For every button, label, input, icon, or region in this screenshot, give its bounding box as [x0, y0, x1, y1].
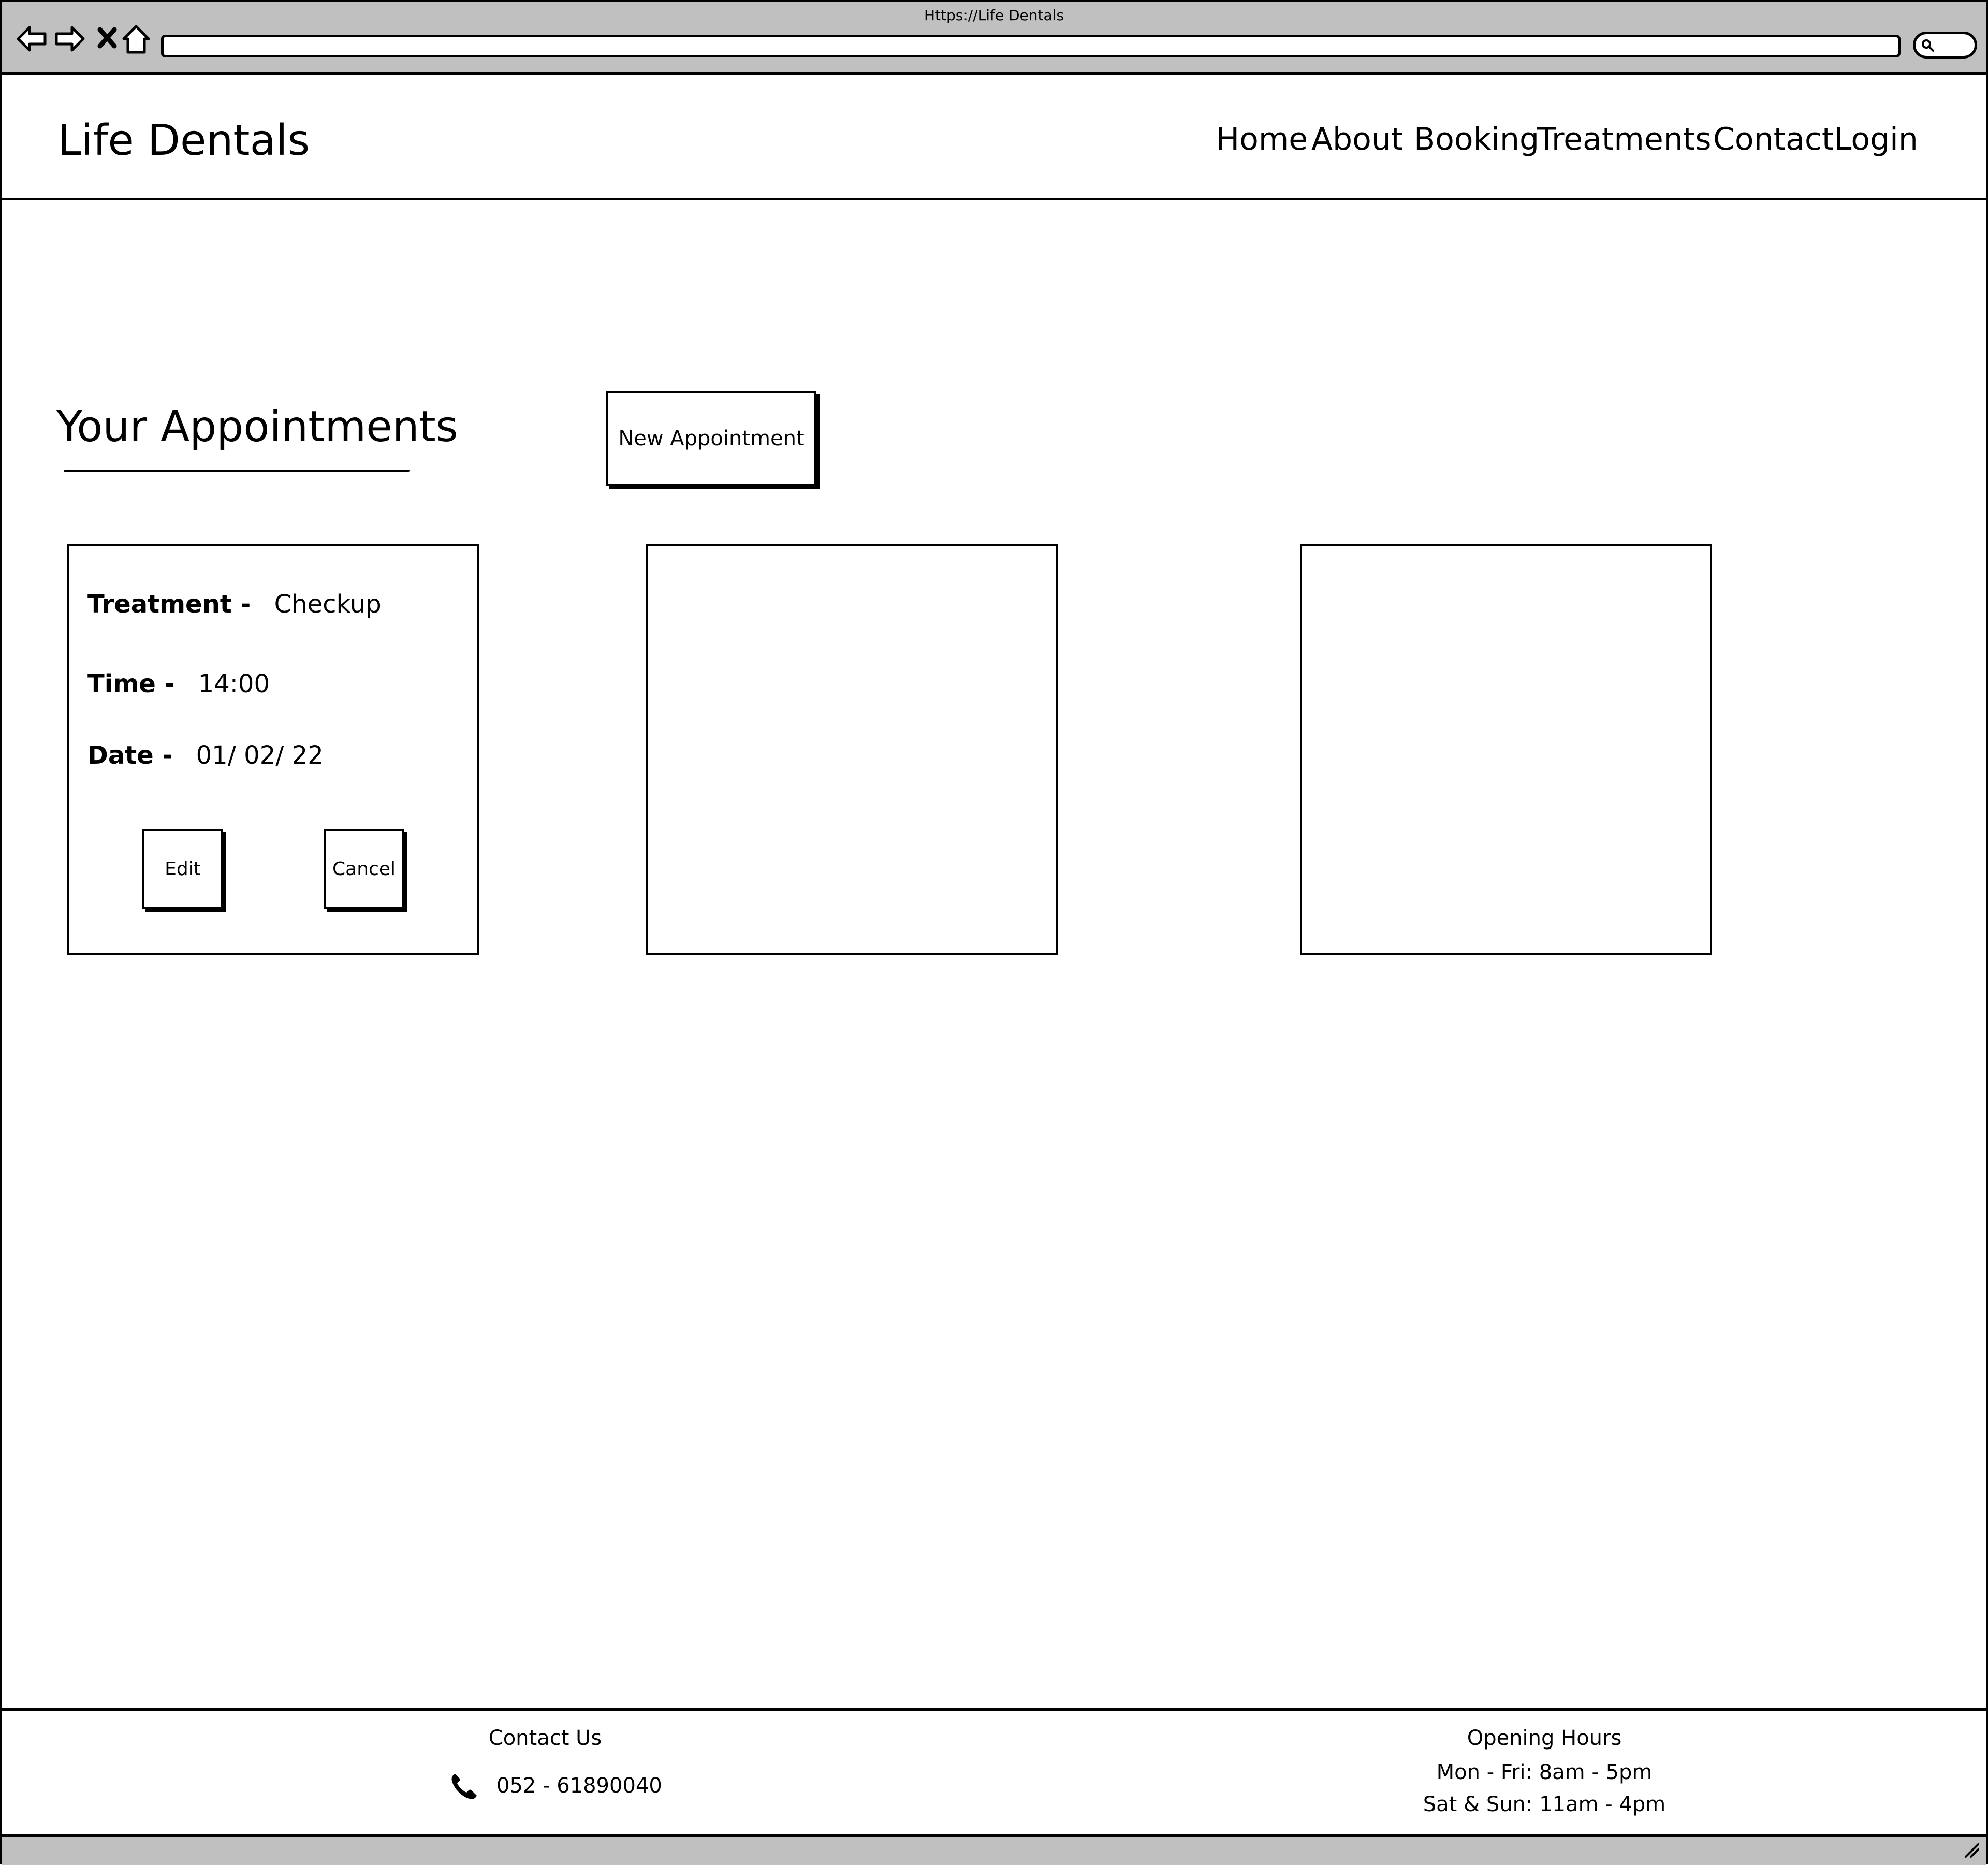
browser-title: Https://Life Dentals [924, 7, 1064, 24]
search-field[interactable] [1913, 32, 1977, 59]
edit-button[interactable]: Edit [142, 829, 223, 909]
address-bar[interactable] [161, 35, 1901, 57]
time-value: 14:00 [198, 669, 270, 698]
nav-login[interactable]: Login [1834, 121, 1918, 157]
contact-phone[interactable]: 052 - 61890040 [496, 1774, 662, 1798]
resize-handle-icon[interactable] [1964, 1842, 1979, 1860]
treatment-value: Checkup [274, 590, 382, 619]
browser-status-bar [2, 1834, 1986, 1865]
site-header: Life Dentals Home About Booking Treatmen… [2, 75, 1986, 200]
forward-arrow-icon[interactable] [53, 22, 86, 55]
nav-contact[interactable]: Contact [1713, 121, 1834, 157]
hours-weekday: Mon - Fri: 8am - 5pm [1436, 1760, 1653, 1784]
title-underline [64, 470, 410, 472]
phone-icon [449, 1772, 479, 1804]
nav-home[interactable]: Home [1216, 121, 1308, 157]
back-arrow-icon[interactable] [15, 22, 48, 55]
treatment-label: Treatment - [87, 590, 251, 619]
nav-treatments[interactable]: Treatments [1537, 121, 1712, 157]
page-title: Your Appointments [56, 402, 458, 451]
treatment-field: Treatment - Checkup [87, 590, 382, 619]
appointment-card-empty [646, 544, 1058, 955]
browser-chrome: Https://Life Dentals [2, 2, 1986, 75]
browser-window: Https://Life Dentals Life Dentals Home A… [0, 0, 1988, 1865]
date-label: Date - [87, 741, 173, 770]
site-logo[interactable]: Life Dentals [57, 116, 310, 165]
appointment-card-empty [1300, 544, 1712, 955]
new-appointment-button[interactable]: New Appointment [606, 391, 816, 486]
site-footer: Contact Us 052 - 61890040 Opening Hours … [2, 1708, 1986, 1837]
date-value: 01/ 02/ 22 [196, 741, 324, 770]
date-field: Date - 01/ 02/ 22 [87, 741, 324, 770]
home-icon[interactable] [120, 22, 153, 55]
contact-title: Contact Us [488, 1726, 602, 1750]
time-label: Time - [87, 669, 175, 698]
cancel-button[interactable]: Cancel [324, 829, 404, 909]
hours-title: Opening Hours [1467, 1726, 1622, 1750]
hours-weekend: Sat & Sun: 11am - 4pm [1423, 1793, 1666, 1816]
nav-about[interactable]: About [1311, 121, 1403, 157]
nav-booking[interactable]: Booking [1414, 121, 1539, 157]
time-field: Time - 14:00 [87, 669, 270, 698]
search-icon [1922, 39, 1934, 52]
